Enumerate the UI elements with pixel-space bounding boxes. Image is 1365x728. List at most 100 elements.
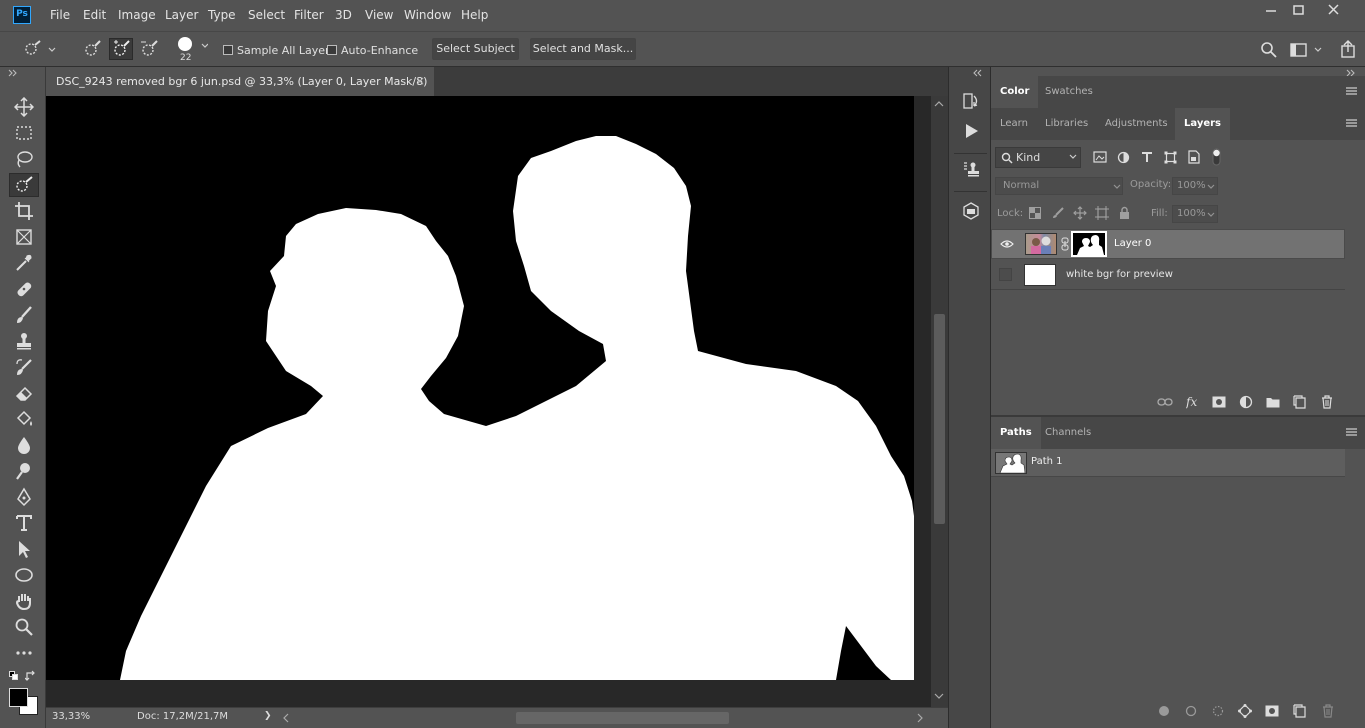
layer-fx-icon[interactable]: fx: [1186, 395, 1202, 409]
tab-color[interactable]: Color: [991, 76, 1039, 108]
new-selection-mode-icon[interactable]: [81, 38, 103, 60]
filter-shape-icon[interactable]: [1164, 151, 1177, 164]
select-and-mask-button[interactable]: Select and Mask...: [530, 38, 636, 60]
menu-window[interactable]: Window: [404, 8, 451, 22]
status-info-arrow[interactable]: ❯: [264, 711, 272, 721]
layer-row-layer-0[interactable]: Layer 0: [991, 229, 1345, 259]
scroll-right-icon[interactable]: [916, 713, 924, 723]
vertical-scrollbar[interactable]: [931, 96, 948, 707]
scroll-left-icon[interactable]: [282, 713, 290, 723]
canvas-area[interactable]: [46, 96, 931, 707]
tab-channels[interactable]: Channels: [1036, 417, 1100, 449]
document-tab[interactable]: DSC_9243 removed bgr 6 jun.psd @ 33,3% (…: [46, 67, 434, 117]
type-tool-icon[interactable]: [9, 511, 39, 535]
layer-mask-thumbnail[interactable]: [1071, 231, 1107, 257]
make-work-path-icon[interactable]: [1238, 704, 1252, 718]
brush-size-picker[interactable]: 22: [176, 35, 208, 65]
share-icon[interactable]: [1340, 40, 1356, 58]
lock-position-icon[interactable]: [1073, 206, 1087, 220]
3d-panel-icon[interactable]: [962, 202, 980, 220]
panel-menu-icon[interactable]: [1346, 427, 1357, 437]
path-name[interactable]: Path 1: [1031, 456, 1063, 467]
path-thumbnail[interactable]: [995, 452, 1027, 474]
minimize-button[interactable]: [1260, 2, 1282, 18]
layer-filter-select[interactable]: Kind: [995, 147, 1081, 168]
load-path-as-selection-icon[interactable]: [1212, 705, 1224, 717]
lock-image-pixels-icon[interactable]: [1052, 207, 1064, 219]
panel-menu-icon[interactable]: [1346, 118, 1357, 128]
filter-pixel-icon[interactable]: [1093, 151, 1107, 163]
lasso-tool-icon[interactable]: [9, 147, 39, 171]
path-row-path-1[interactable]: Path 1: [991, 449, 1345, 477]
layer-thumbnail-photo[interactable]: [1025, 233, 1057, 255]
filter-smart-object-icon[interactable]: [1188, 150, 1200, 164]
filter-toggle-switch[interactable]: [1212, 148, 1221, 166]
mask-link-icon[interactable]: [1061, 237, 1069, 251]
zoom-tool-icon[interactable]: [9, 615, 39, 639]
crop-tool-icon[interactable]: [9, 199, 39, 223]
select-subject-button[interactable]: Select Subject: [432, 38, 519, 60]
collapse-toolbar-icon[interactable]: [8, 69, 18, 77]
filter-type-icon[interactable]: [1141, 151, 1153, 163]
tool-presets-panel-icon[interactable]: [962, 160, 980, 178]
history-brush-tool-icon[interactable]: [9, 355, 39, 379]
paint-bucket-tool-icon[interactable]: [9, 407, 39, 431]
eraser-tool-icon[interactable]: [9, 381, 39, 405]
search-icon[interactable]: [1260, 41, 1278, 59]
history-panel-icon[interactable]: [962, 92, 980, 110]
default-colors-icon[interactable]: [9, 671, 19, 681]
tab-learn[interactable]: Learn: [991, 108, 1037, 140]
visibility-eye-icon[interactable]: [1000, 239, 1014, 249]
close-document-button[interactable]: ×: [415, 67, 425, 96]
lock-artboard-icon[interactable]: [1095, 206, 1109, 220]
dodge-tool-icon[interactable]: [9, 459, 39, 483]
tab-swatches[interactable]: Swatches: [1036, 76, 1102, 108]
tab-adjustments[interactable]: Adjustments: [1096, 108, 1177, 140]
ellipse-tool-icon[interactable]: [9, 563, 39, 587]
sample-all-layers-checkbox[interactable]: [223, 45, 233, 55]
foreground-color-swatch[interactable]: [9, 688, 28, 707]
zoom-level[interactable]: 33,33%: [52, 711, 90, 722]
menu-image[interactable]: Image: [118, 8, 156, 22]
new-adjustment-layer-icon[interactable]: [1239, 395, 1253, 409]
add-to-selection-mode-icon[interactable]: [109, 38, 133, 60]
eyedropper-tool-icon[interactable]: [9, 251, 39, 275]
delete-layer-icon[interactable]: [1321, 395, 1333, 409]
auto-enhance-checkbox[interactable]: [327, 45, 337, 55]
pen-tool-icon[interactable]: [9, 485, 39, 509]
add-vector-mask-icon[interactable]: [1265, 705, 1279, 717]
hand-tool-icon[interactable]: [9, 589, 39, 613]
swap-colors-icon[interactable]: [25, 670, 37, 682]
scroll-up-icon[interactable]: [934, 100, 944, 108]
menu-3d[interactable]: 3D: [335, 8, 352, 22]
layer-name[interactable]: Layer 0: [1114, 238, 1151, 249]
filter-adjustment-icon[interactable]: [1117, 151, 1130, 164]
opacity-input[interactable]: 100%: [1172, 177, 1218, 195]
vertical-scroll-thumb[interactable]: [934, 314, 945, 524]
menu-view[interactable]: View: [365, 8, 393, 22]
visibility-toggle-off[interactable]: [999, 268, 1012, 281]
menu-filter[interactable]: Filter: [294, 8, 324, 22]
maximize-button[interactable]: [1288, 2, 1310, 18]
blend-mode-select[interactable]: Normal: [995, 177, 1123, 195]
new-layer-icon[interactable]: [1293, 395, 1306, 409]
collapse-dock-icon[interactable]: [973, 69, 983, 77]
tool-preset-picker[interactable]: [22, 40, 58, 58]
scroll-down-icon[interactable]: [934, 692, 944, 700]
move-tool-icon[interactable]: [9, 95, 39, 119]
menu-file[interactable]: File: [50, 8, 70, 22]
add-mask-icon[interactable]: [1212, 396, 1226, 408]
close-window-button[interactable]: [1323, 2, 1345, 18]
subtract-from-selection-mode-icon[interactable]: [138, 38, 160, 60]
fill-input[interactable]: 100%: [1172, 205, 1218, 223]
stroke-path-icon[interactable]: [1185, 705, 1197, 717]
tab-paths[interactable]: Paths: [991, 417, 1041, 449]
brush-tool-icon[interactable]: [9, 303, 39, 327]
path-selection-tool-icon[interactable]: [9, 537, 39, 561]
photoshop-logo[interactable]: Ps: [13, 6, 31, 24]
layer-thumbnail-white[interactable]: [1024, 264, 1056, 286]
menu-layer[interactable]: Layer: [165, 8, 198, 22]
fill-path-icon[interactable]: [1158, 705, 1170, 717]
tab-layers[interactable]: Layers: [1175, 108, 1230, 140]
delete-path-icon[interactable]: [1322, 704, 1334, 718]
